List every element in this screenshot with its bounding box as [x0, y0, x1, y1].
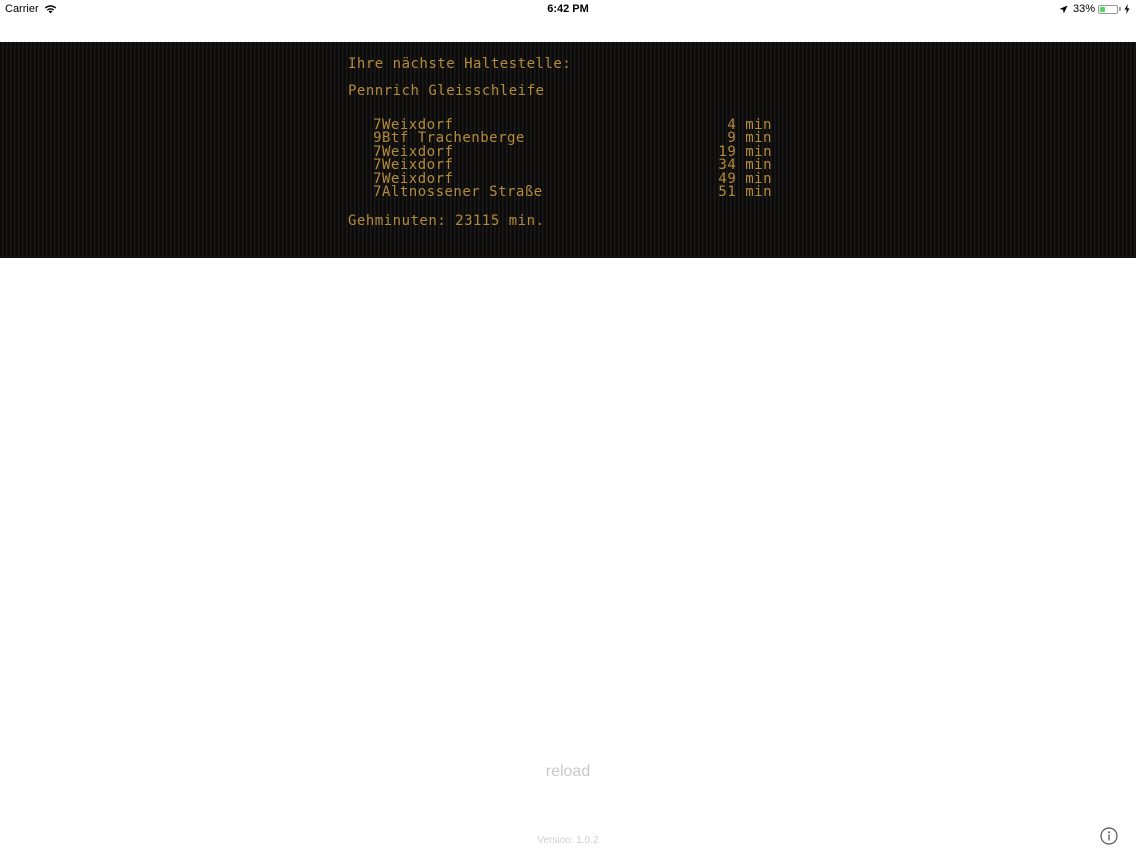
- stop-name: Pennrich Gleisschleife: [348, 83, 545, 99]
- app-screen: Carrier 6:42 PM 33% Ihre nächste Haltest…: [0, 0, 1136, 852]
- departure-line: 7: [373, 183, 382, 200]
- status-bar: Carrier 6:42 PM 33%: [0, 0, 1136, 18]
- status-time: 6:42 PM: [547, 3, 589, 15]
- battery-percent: 33%: [1072, 3, 1095, 15]
- charging-bolt-icon: [1124, 4, 1130, 14]
- departure-time: 51 min: [718, 183, 772, 200]
- status-right: 33%: [1059, 3, 1130, 15]
- board-heading: Ihre nächste Haltestelle:: [348, 56, 572, 72]
- departure-list: 7 Weixdorf 4 min 9 Btf Trachenberge 9 mi…: [348, 118, 778, 200]
- battery-fill: [1100, 6, 1105, 12]
- reload-button[interactable]: reload: [540, 761, 596, 782]
- battery-icon: [1098, 4, 1118, 14]
- location-arrow-icon: [1059, 5, 1068, 13]
- board-content: Ihre nächste Haltestelle: Pennrich Gleis…: [348, 54, 778, 231]
- departure-board: Ihre nächste Haltestelle: Pennrich Gleis…: [0, 42, 1136, 258]
- battery-nub: [1119, 7, 1121, 11]
- version-label: Version: 1.0.2: [537, 835, 599, 846]
- walking-time: Gehminuten: 23115 min.: [348, 213, 545, 230]
- departure-row: 7 Altnossener Straße 51 min: [348, 183, 778, 200]
- reload-button-container: reload: [0, 763, 1136, 781]
- info-icon[interactable]: [1100, 827, 1118, 845]
- departure-destination: Altnossener Straße: [382, 183, 543, 200]
